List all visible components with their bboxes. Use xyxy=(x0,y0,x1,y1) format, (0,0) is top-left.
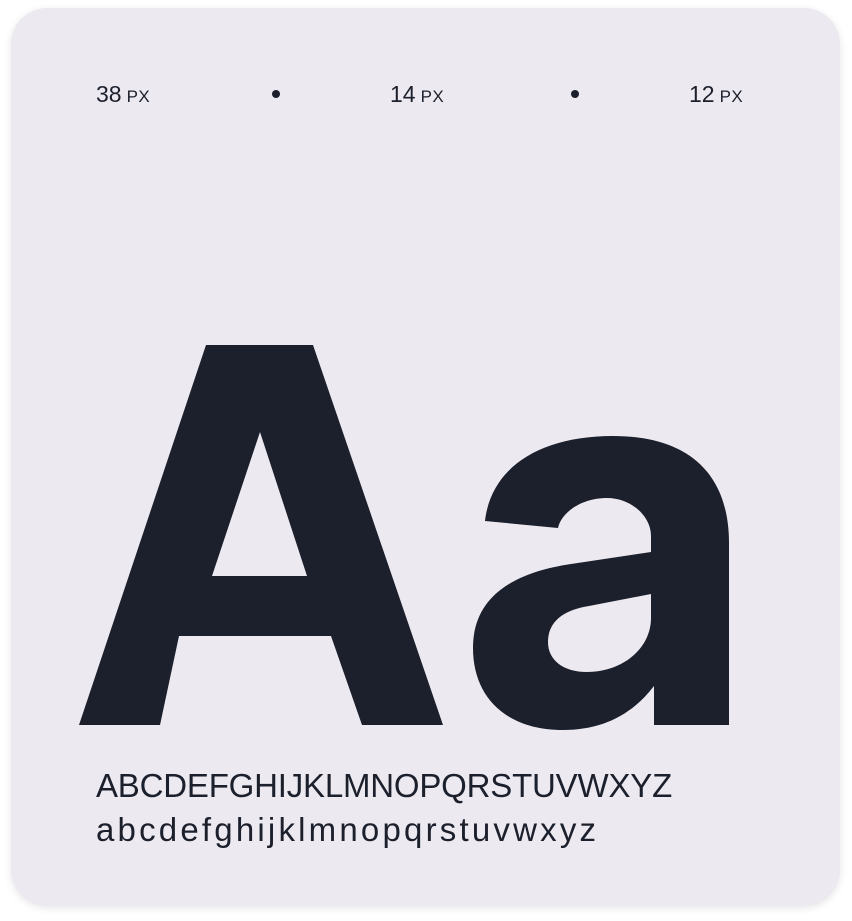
uppercase-alphabet: ABCDEFGHIJKLMNOPQRSTUVWXYZ xyxy=(96,767,673,804)
type-specimen-card: 38 PX 14 PX 12 PX ABCDEFGHIJKLMNOPQRSTUVWXY… xyxy=(11,8,840,906)
glyph-capital-a xyxy=(79,345,443,725)
glyph-lowercase-a xyxy=(473,436,729,730)
lowercase-alphabet: abcdefghijklmnopqrstuvwxyz xyxy=(96,811,600,848)
